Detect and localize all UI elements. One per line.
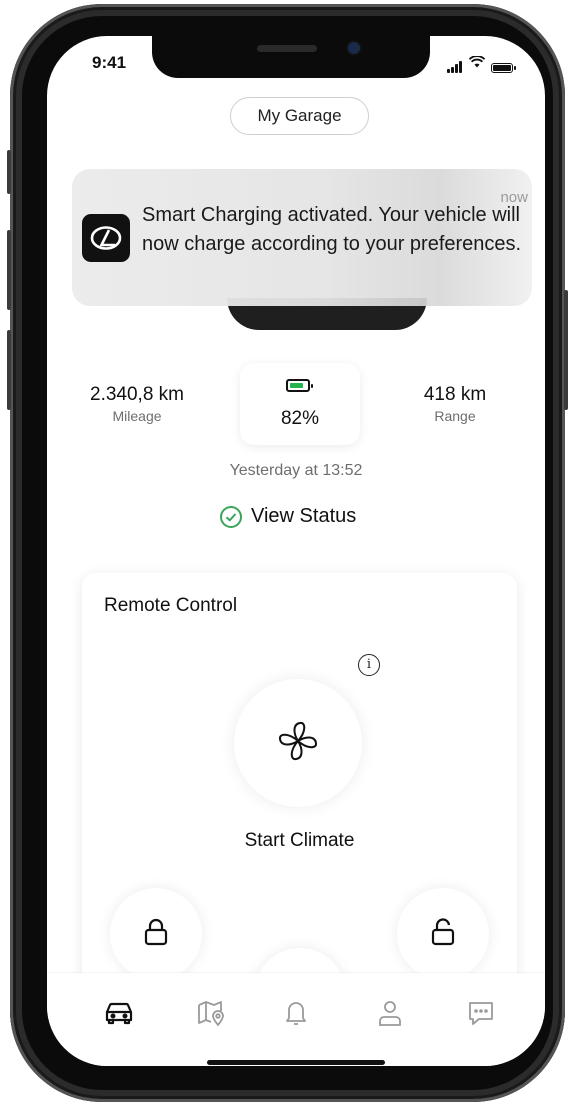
view-status-label: View Status [251, 505, 357, 527]
range-label: Range [434, 408, 476, 424]
volume-down-button [7, 330, 11, 410]
lexus-logo-icon [82, 214, 130, 262]
lock-button[interactable] [110, 888, 202, 980]
battery-status-icon [491, 63, 516, 73]
fan-icon [273, 716, 323, 771]
info-icon[interactable]: i [358, 654, 380, 676]
battery-card[interactable]: 82% [240, 363, 360, 445]
lock-icon [143, 917, 169, 952]
tab-bar [47, 973, 545, 1066]
remote-control-title: Remote Control [104, 595, 238, 616]
tab-vehicle[interactable] [99, 995, 139, 1035]
home-indicator[interactable] [207, 1060, 385, 1065]
chat-icon [467, 1000, 495, 1031]
status-icons [447, 55, 516, 73]
speaker [257, 45, 317, 52]
range-value: 418 km [423, 384, 487, 405]
my-garage-button[interactable]: My Garage [230, 97, 369, 135]
notification-message: Smart Charging activated. Your vehicle w… [142, 204, 522, 255]
tab-notifications[interactable] [276, 995, 316, 1035]
start-climate-button[interactable] [234, 679, 362, 807]
notch [152, 36, 430, 78]
cellular-signal-icon [447, 61, 463, 73]
car-icon [104, 1000, 134, 1031]
check-circle-icon [220, 505, 242, 528]
user-icon [377, 999, 403, 1032]
start-climate-label: Start Climate [244, 830, 355, 851]
status-time: 9:41 [92, 53, 127, 72]
mileage-label: Mileage [112, 408, 162, 424]
view-status-link[interactable]: View Status [220, 505, 356, 528]
bell-icon [284, 999, 308, 1032]
power-button [564, 290, 568, 410]
volume-up-button [7, 230, 11, 310]
tab-map[interactable] [192, 995, 232, 1035]
map-pin-icon [197, 999, 227, 1032]
remote-control-card: Remote Control i Start Climate [82, 573, 517, 993]
battery-icon [286, 379, 313, 392]
wifi-icon [468, 55, 486, 73]
last-updated: Yesterday at 13:52 [229, 462, 363, 479]
notification-banner[interactable]: Smart Charging activated. Your vehicle w… [72, 169, 532, 306]
battery-percent: 82% [280, 408, 320, 429]
notification-time: now [500, 189, 528, 206]
range-stat: 418 km Range [405, 384, 505, 424]
tab-messages[interactable] [461, 995, 501, 1035]
unlock-icon [430, 917, 456, 952]
mileage-value: 2.340,8 km [90, 384, 184, 405]
tab-profile[interactable] [370, 995, 410, 1035]
app-screen: 9:41 My Garage Smart Charging activated.… [47, 36, 545, 1066]
unlock-button[interactable] [397, 888, 489, 980]
silent-switch [7, 150, 11, 194]
battery-level-fill [290, 383, 303, 388]
mileage-stat: 2.340,8 km Mileage [77, 384, 197, 424]
camera-icon [348, 42, 360, 54]
